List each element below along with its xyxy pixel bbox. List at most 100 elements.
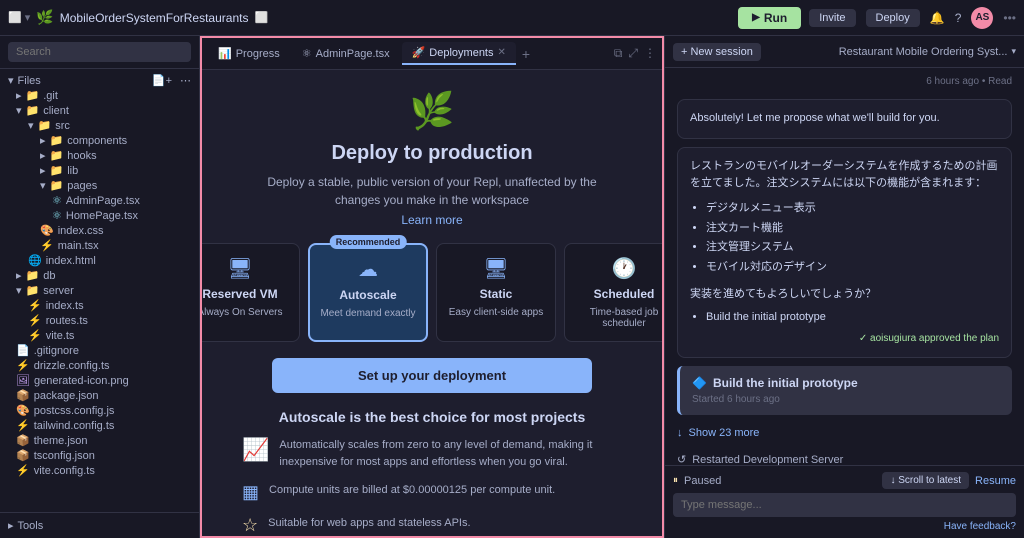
tree-tailwind[interactable]: ⚡ tailwind.config.ts xyxy=(0,418,199,433)
task-title: Build the initial prototype xyxy=(713,376,858,390)
tree-server[interactable]: ▾ 📁 server xyxy=(0,283,199,298)
prototype-list: Build the initial prototype xyxy=(690,308,999,328)
tree-packagejson[interactable]: 📦 package.json xyxy=(0,388,199,403)
tree-components[interactable]: ▸ 📁 components xyxy=(0,133,199,148)
feedback-link[interactable]: Have feedback? xyxy=(944,521,1016,532)
chevron-down-icon: ▾ xyxy=(28,119,34,132)
activity-item-1: ↺ Restarted Development Server xyxy=(677,451,1012,465)
option-title: Autoscale xyxy=(339,288,396,302)
new-file-icon[interactable]: 📄+ xyxy=(152,74,172,87)
chevron-down-icon: ▾ xyxy=(1011,46,1016,57)
json-icon: 📦 xyxy=(16,449,30,462)
invite-button[interactable]: Invite xyxy=(809,9,855,27)
autoscale-feature-1: 📈 Automatically scales from zero to any … xyxy=(242,437,622,470)
tree-indexhtml[interactable]: 🌐 index.html xyxy=(0,253,199,268)
option-scheduled[interactable]: 🕐 Scheduled Time-based job scheduler xyxy=(564,243,662,342)
tree-git[interactable]: ▸ 📁 .git xyxy=(0,88,199,103)
option-static[interactable]: 🖥 Static Easy client-side apps xyxy=(436,243,556,342)
tree-client[interactable]: ▾ 📁 client xyxy=(0,103,199,118)
show-more-button[interactable]: Show 23 more xyxy=(677,423,1012,443)
chevron-right-icon: ▸ xyxy=(40,149,46,162)
search-box xyxy=(0,36,199,69)
search-input[interactable] xyxy=(8,42,191,62)
chat-message-1: Absolutely! Let me propose what we'll bu… xyxy=(677,99,1012,139)
adminpage-tab-icon: ⚛ xyxy=(302,47,312,60)
add-tab-button[interactable]: + xyxy=(522,46,530,62)
tab-adminpage[interactable]: ⚛ AdminPage.tsx xyxy=(292,43,400,64)
chat-bottom: Have feedback? xyxy=(673,521,1016,532)
avatar[interactable]: AS xyxy=(971,7,993,29)
message-main-text: レストランのモバイルオーダーシステムを作成するための計画を立てました。注文システ… xyxy=(690,158,999,193)
learn-more-link[interactable]: Learn more xyxy=(401,213,462,227)
window-icon[interactable]: ⬜ ▾ xyxy=(8,11,30,24)
main-layout: ▾ Files 📄+ ⋯ ▸ 📁 .git ▾ 📁 client ▾ 📁 src xyxy=(0,36,1024,538)
folder-label: client xyxy=(43,105,69,117)
chevron-down-icon: ▾ xyxy=(8,74,14,87)
tree-themejson[interactable]: 📦 theme.json xyxy=(0,433,199,448)
tree-vite-ts[interactable]: ⚡ vite.ts xyxy=(0,328,199,343)
tree-src[interactable]: ▾ 📁 src xyxy=(0,118,199,133)
autoscale-feature-2: ▦ Compute units are billed at $0.0000012… xyxy=(242,482,622,503)
tree-adminpage[interactable]: ⚛ AdminPage.tsx xyxy=(0,193,199,208)
tab-icon: ⬜ xyxy=(254,11,268,24)
close-tab-icon[interactable]: ✕ xyxy=(498,47,506,58)
folder-label: lib xyxy=(67,165,78,177)
tree-drizzle[interactable]: ⚡ drizzle.config.ts xyxy=(0,358,199,373)
bell-icon[interactable]: 🔔 xyxy=(930,11,945,25)
expand-icon[interactable]: ⤢ xyxy=(628,46,638,61)
project-icon: 🌿 xyxy=(36,9,53,26)
deploy-content: 🌿 Deploy to production Deploy a stable, … xyxy=(202,70,662,536)
more-icon[interactable]: ⋮ xyxy=(644,46,656,61)
session-title[interactable]: Restaurant Mobile Ordering Syst... ▾ xyxy=(839,46,1016,58)
tree-lib[interactable]: ▸ 📁 lib xyxy=(0,163,199,178)
more-files-icon[interactable]: ⋯ xyxy=(180,74,191,87)
tree-indexcss[interactable]: 🎨 index.css xyxy=(0,223,199,238)
tree-homepage[interactable]: ⚛ HomePage.tsx xyxy=(0,208,199,223)
tree-viteconfig[interactable]: ⚡ vite.config.ts xyxy=(0,463,199,478)
tools-section[interactable]: ▸ Tools xyxy=(0,512,199,538)
list-item: Build the initial prototype xyxy=(706,308,999,328)
deploy-button[interactable]: Deploy xyxy=(866,9,920,27)
tree-pages[interactable]: ▾ 📁 pages xyxy=(0,178,199,193)
tree-gitignore[interactable]: 📄 .gitignore xyxy=(0,343,199,358)
help-icon[interactable]: ? xyxy=(955,11,962,25)
tree-generated-icon[interactable]: 🖼 generated-icon.png xyxy=(0,373,199,388)
more-icon[interactable]: ••• xyxy=(1003,11,1016,25)
setup-deployment-button[interactable]: Set up your deployment xyxy=(272,358,592,393)
chat-input[interactable] xyxy=(673,493,1016,517)
tree-index-ts[interactable]: ⚡ index.ts xyxy=(0,298,199,313)
autoscale-section: Autoscale is the best choice for most pr… xyxy=(242,409,622,536)
scroll-latest-button[interactable]: ↓ Scroll to latest xyxy=(882,472,969,489)
tab-deployments[interactable]: 🚀 Deployments ✕ xyxy=(402,42,516,65)
ts-icon: ⚡ xyxy=(28,299,42,312)
feature-list: デジタルメニュー表示 注文カート機能 注文管理システム モバイル対応のデザイン xyxy=(690,199,999,278)
project-name: MobileOrderSystemForRestaurants xyxy=(60,11,249,25)
tree-tsconfigjson[interactable]: 📦 tsconfig.json xyxy=(0,448,199,463)
option-autoscale[interactable]: Recommended ☁ Autoscale Meet demand exac… xyxy=(308,243,428,342)
html-icon: 🌐 xyxy=(28,254,42,267)
tab-progress[interactable]: 📊 Progress xyxy=(208,43,290,64)
chat-area: 6 hours ago • Read Absolutely! Let me pr… xyxy=(665,68,1024,465)
list-item: 注文カート機能 xyxy=(706,219,999,239)
list-item: デジタルメニュー表示 xyxy=(706,199,999,219)
files-header[interactable]: ▾ Files 📄+ ⋯ xyxy=(0,73,199,88)
option-title: Reserved VM xyxy=(202,287,277,301)
tree-hooks[interactable]: ▸ 📁 hooks xyxy=(0,148,199,163)
tree-main[interactable]: ⚡ main.tsx xyxy=(0,238,199,253)
run-button[interactable]: Run xyxy=(738,7,801,29)
tree-routes-ts[interactable]: ⚡ routes.ts xyxy=(0,313,199,328)
tab-label: Deployments xyxy=(429,47,493,59)
folder-icon: 📁 xyxy=(50,149,64,162)
tree-db[interactable]: ▸ 📁 db xyxy=(0,268,199,283)
file-icon: 📄 xyxy=(16,344,30,357)
tree-postcss[interactable]: 🎨 postcss.config.js xyxy=(0,403,199,418)
tab-actions: ⧉ ⤢ ⋮ xyxy=(614,46,656,61)
autoscale-feature-3: ☆ Suitable for web apps and stateless AP… xyxy=(242,515,622,536)
new-session-button[interactable]: + New session xyxy=(673,43,761,61)
resume-button[interactable]: Resume xyxy=(975,475,1016,487)
option-reserved-vm[interactable]: 🖥 Reserved VM Always On Servers xyxy=(202,243,300,342)
option-subtitle: Meet demand exactly xyxy=(320,308,415,319)
chevron-right-icon: ▸ xyxy=(40,134,46,147)
png-icon: 🖼 xyxy=(16,374,30,387)
split-icon[interactable]: ⧉ xyxy=(614,46,623,61)
